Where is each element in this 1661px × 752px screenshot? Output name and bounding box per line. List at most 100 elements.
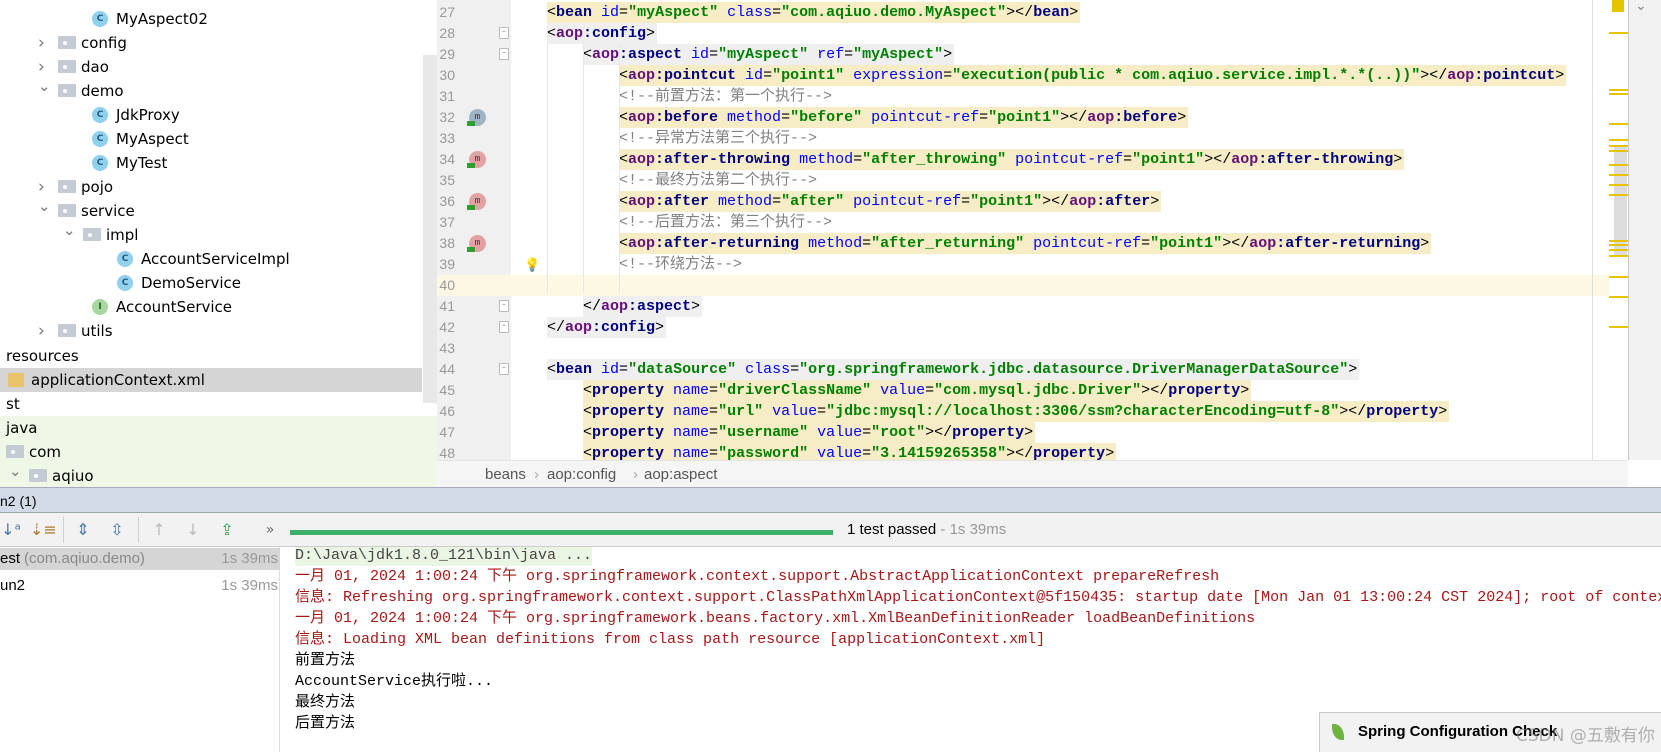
chevron-down-icon[interactable]: ⌄ bbox=[63, 218, 76, 242]
fold-marker-icon[interactable]: - bbox=[499, 299, 509, 312]
tree-item-myaspect02[interactable]: C MyAspect02 bbox=[0, 7, 422, 31]
aop-advice-after-throwing-icon[interactable]: m bbox=[467, 150, 486, 168]
error-stripe-mark[interactable] bbox=[1609, 276, 1628, 278]
aop-advice-before-icon[interactable]: m bbox=[467, 108, 486, 126]
export-test-results-icon[interactable]: ⇪ bbox=[216, 519, 238, 541]
error-stripe-mark[interactable] bbox=[1609, 174, 1628, 176]
code-line[interactable]: <property name="password" value="3.14159… bbox=[437, 442, 1628, 461]
warning-indicator-icon[interactable] bbox=[1612, 0, 1624, 12]
error-stripe-mark[interactable] bbox=[1609, 164, 1628, 166]
tree-item-demoservice[interactable]: C DemoService bbox=[0, 271, 422, 295]
breadcrumb-item-aop-aspect[interactable]: aop:aspect bbox=[644, 461, 717, 488]
chevron-down-icon[interactable]: ⌄ bbox=[38, 74, 51, 98]
fold-marker-icon[interactable]: - bbox=[499, 47, 509, 60]
tree-item-com[interactable]: com bbox=[0, 440, 437, 464]
tree-item-mytest[interactable]: C MyTest bbox=[0, 151, 422, 175]
tree-item-myaspect[interactable]: C MyAspect bbox=[0, 127, 422, 151]
error-stripe[interactable] bbox=[1609, 0, 1628, 460]
error-stripe-mark[interactable] bbox=[1609, 184, 1628, 186]
chevron-down-icon[interactable]: ⌄ bbox=[9, 459, 22, 483]
attribute-name: method bbox=[718, 108, 782, 126]
code-line[interactable]: <!--后置方法：第三个执行--> bbox=[437, 212, 1628, 233]
run-tab-title[interactable]: n2 (1) bbox=[0, 488, 37, 514]
code-line[interactable]: </aop:config> bbox=[437, 316, 1628, 338]
tree-item-dao[interactable]: › dao bbox=[0, 55, 422, 79]
tree-item-jdkproxy[interactable]: C JdkProxy bbox=[0, 103, 422, 127]
chevron-right-icon[interactable]: › bbox=[38, 319, 50, 343]
collapse-all-icon[interactable]: ⇳ bbox=[106, 519, 128, 541]
error-stripe-mark[interactable] bbox=[1609, 255, 1628, 257]
tree-item-resources[interactable]: resources bbox=[0, 344, 422, 368]
code-line[interactable]: <property name="url" value="jdbc:mysql:/… bbox=[437, 400, 1628, 422]
error-stripe-mark[interactable] bbox=[1609, 194, 1628, 196]
chevron-right-icon[interactable]: › bbox=[38, 31, 50, 55]
tree-item-java[interactable]: java bbox=[0, 416, 437, 440]
tree-item-pojo[interactable]: › pojo bbox=[0, 175, 422, 199]
code-line[interactable]: <bean id="myAspect" class="com.aqiuo.dem… bbox=[437, 1, 1628, 23]
previous-failed-test-icon[interactable]: ↑ bbox=[148, 519, 170, 541]
code-editor[interactable]: <bean id="myAspect" class="com.aqiuo.dem… bbox=[437, 0, 1628, 460]
code-line[interactable] bbox=[437, 338, 1628, 359]
tag-bracket: </ bbox=[1069, 108, 1088, 126]
tree-item-accountservice[interactable]: I AccountService bbox=[0, 295, 422, 319]
tree-item-st[interactable]: st bbox=[0, 392, 422, 416]
breadcrumb-item-aop-config[interactable]: aop:config bbox=[547, 461, 616, 488]
error-stripe-mark[interactable] bbox=[1609, 296, 1628, 298]
error-stripe-mark[interactable] bbox=[1609, 145, 1628, 147]
code-line[interactable]: <aop:before method="before" pointcut-ref… bbox=[437, 106, 1628, 128]
code-line[interactable]: <property name="username" value="root"><… bbox=[437, 421, 1628, 443]
sort-by-duration-icon[interactable]: ⇣≡ bbox=[30, 519, 57, 541]
tree-item-config[interactable]: › config bbox=[0, 31, 422, 55]
tree-item-impl[interactable]: ⌄ impl bbox=[0, 221, 422, 247]
tag-bracket: > bbox=[1204, 150, 1214, 168]
fold-marker-icon[interactable]: - bbox=[499, 320, 509, 333]
code-line[interactable]: <aop:aspect id="myAspect" ref="myAspect"… bbox=[437, 43, 1628, 65]
error-stripe-mark[interactable] bbox=[1609, 123, 1628, 125]
tree-item-accountserviceimpl[interactable]: C AccountServiceImpl bbox=[0, 247, 422, 271]
chevron-down-icon[interactable]: ⌄ bbox=[1635, 0, 1647, 14]
aop-advice-after-returning-icon[interactable]: m bbox=[467, 234, 486, 252]
error-stripe-mark[interactable] bbox=[1609, 240, 1628, 242]
error-stripe-mark[interactable] bbox=[1609, 244, 1628, 246]
code-line[interactable]: <aop:after method="after" pointcut-ref="… bbox=[437, 190, 1628, 212]
tree-item-utils[interactable]: › utils bbox=[0, 319, 422, 343]
code-line[interactable]: </aop:aspect> bbox=[437, 295, 1628, 317]
test-result-row[interactable]: un2 1s 39ms bbox=[0, 575, 280, 597]
code-line[interactable]: <aop:after-throwing method="after_throwi… bbox=[437, 148, 1628, 170]
error-stripe-mark[interactable] bbox=[1609, 32, 1628, 34]
code-line[interactable]: <aop:pointcut id="point1" expression="ex… bbox=[437, 64, 1628, 86]
tree-item-aqiuo[interactable]: ⌄ aqiuo bbox=[0, 462, 437, 487]
error-stripe-mark[interactable] bbox=[1609, 139, 1628, 141]
fold-marker-icon[interactable]: - bbox=[499, 26, 509, 39]
code-line[interactable]: 💡 <!--环绕方法--> bbox=[437, 254, 1628, 275]
breadcrumb-item-beans[interactable]: beans bbox=[485, 461, 526, 488]
code-line[interactable]: <!--前置方法：第一个执行--> bbox=[437, 86, 1628, 107]
error-stripe-mark[interactable] bbox=[1609, 150, 1628, 152]
aop-advice-after-icon[interactable]: m bbox=[467, 192, 486, 210]
code-line[interactable]: <!--异常方法第三个执行--> bbox=[437, 128, 1628, 149]
next-failed-test-icon[interactable]: ↓ bbox=[182, 519, 204, 541]
tree-item-applicationcontext-xml[interactable]: applicationContext.xml bbox=[0, 368, 422, 392]
test-status: 1 test passed - 1s 39ms bbox=[847, 513, 1006, 547]
tag-name: property bbox=[1033, 444, 1106, 461]
code-line[interactable]: <aop:config> bbox=[437, 22, 1628, 44]
test-result-row[interactable]: est (com.aqiuo.demo) 1s 39ms bbox=[0, 548, 280, 570]
error-stripe-mark[interactable] bbox=[1609, 93, 1628, 95]
chevron-down-icon[interactable]: ⌄ bbox=[38, 194, 51, 218]
more-actions-icon[interactable]: » bbox=[259, 519, 281, 541]
fold-marker-icon[interactable]: - bbox=[499, 362, 509, 375]
error-stripe-mark[interactable] bbox=[1609, 326, 1628, 328]
error-stripe-mark[interactable] bbox=[1609, 249, 1628, 251]
sort-alphabetically-icon[interactable]: ↓ᵃ bbox=[0, 519, 22, 541]
code-line[interactable]: <property name="driverClassName" value="… bbox=[437, 379, 1628, 401]
spring-configuration-notification[interactable]: Spring Configuration Check CSDN @五敷有你 bbox=[1319, 712, 1661, 752]
code-line[interactable]: <aop:after-returning method="after_retur… bbox=[437, 232, 1628, 254]
expand-all-icon[interactable]: ⇕ bbox=[72, 519, 94, 541]
lightbulb-icon[interactable]: 💡 bbox=[524, 255, 540, 276]
project-tree-scrollbar[interactable] bbox=[423, 55, 437, 403]
tree-item-demo[interactable]: ⌄ demo bbox=[0, 77, 422, 103]
code-line[interactable]: <!--最终方法第二个执行--> bbox=[437, 170, 1628, 191]
tag-bracket: > bbox=[1393, 150, 1403, 168]
error-stripe-mark[interactable] bbox=[1609, 89, 1628, 91]
code-line[interactable]: <bean id="dataSource" class="org.springf… bbox=[437, 358, 1628, 380]
